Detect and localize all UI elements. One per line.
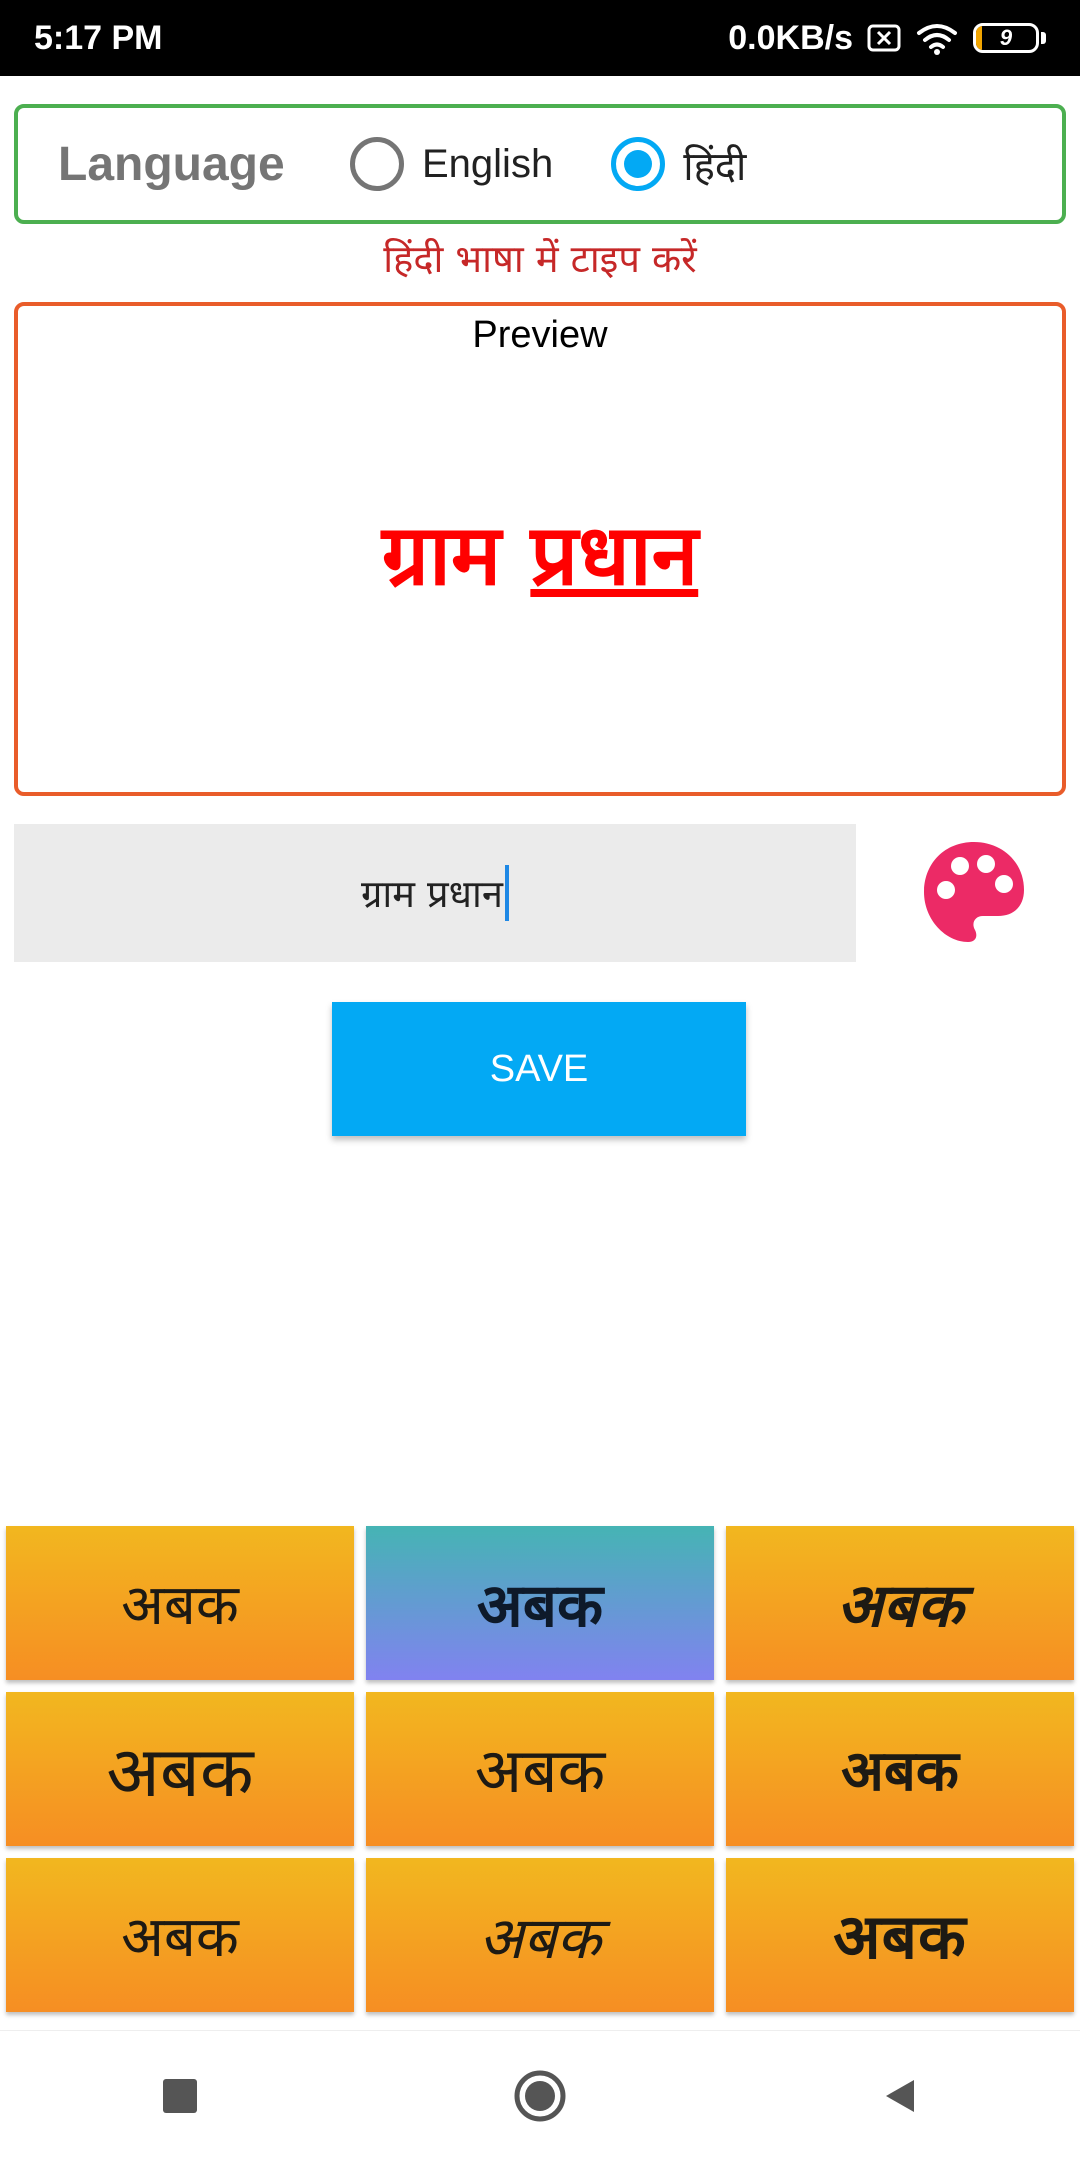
preview-text-part2: प्रधान xyxy=(530,506,699,604)
preview-box: Preview ग्राम प्रधान xyxy=(14,302,1066,796)
triangle-back-icon xyxy=(886,2079,914,2112)
font-sample: अबक xyxy=(474,1734,606,1807)
font-style-tile[interactable]: अबक xyxy=(726,1526,1074,1680)
radio-label-hindi: हिंदी xyxy=(683,144,747,189)
back-button[interactable] xyxy=(850,2046,950,2146)
status-bar: 5:17 PM 0.0KB/s 9 xyxy=(0,0,1080,76)
radio-button-english[interactable] xyxy=(350,137,404,191)
battery-icon: 9 xyxy=(973,23,1039,53)
font-sample: अबक xyxy=(841,1738,959,1804)
navigation-bar xyxy=(0,2030,1080,2160)
font-style-tile[interactable]: अबक xyxy=(6,1858,354,2012)
font-style-tile[interactable]: अबक xyxy=(726,1692,1074,1846)
text-input[interactable]: ग्राम प्रधान xyxy=(14,824,856,962)
radio-button-hindi[interactable] xyxy=(611,137,666,191)
recents-button[interactable] xyxy=(130,2046,230,2146)
font-sample: अबक xyxy=(479,1903,601,1972)
palette-icon[interactable] xyxy=(920,838,1028,946)
font-sample: अबक xyxy=(106,1731,254,1813)
language-radio-group: English हिंदी xyxy=(350,108,804,220)
status-time: 5:17 PM xyxy=(34,18,163,57)
font-style-tile[interactable]: अबक xyxy=(726,1858,1074,2012)
font-style-tile[interactable]: अबक xyxy=(366,1858,714,2012)
language-panel: Language English हिंदी xyxy=(14,104,1066,224)
text-cursor xyxy=(505,865,509,921)
network-speed: 0.0KB/s xyxy=(728,18,853,57)
radio-english[interactable]: English xyxy=(350,137,553,191)
font-style-tile[interactable]: अबक xyxy=(6,1526,354,1680)
font-style-tile-selected[interactable]: अबक xyxy=(366,1526,714,1680)
type-hint: हिंदी भाषा में टाइप करें xyxy=(383,237,697,281)
home-button[interactable] xyxy=(490,2046,590,2146)
font-style-grid: अबक अबक अबक अबक अबक अबक अबक अबक अबक xyxy=(6,1526,1074,2012)
preview-title: Preview xyxy=(472,314,608,356)
battery-tip xyxy=(1041,32,1046,44)
font-style-tile[interactable]: अबक xyxy=(6,1692,354,1846)
font-style-tile[interactable]: अबक xyxy=(366,1692,714,1846)
wifi-icon xyxy=(915,21,959,55)
font-sample: अबक xyxy=(836,1571,964,1641)
radio-hindi[interactable]: हिंदी xyxy=(611,137,746,192)
font-sample: अबक xyxy=(121,1573,239,1638)
battery-level: 9 xyxy=(999,25,1013,50)
preview-text-part1: ग्राम xyxy=(381,506,531,604)
font-sample: अबक xyxy=(121,1905,239,1970)
radio-label-english: English xyxy=(422,141,554,186)
save-button[interactable]: SAVE xyxy=(332,1002,746,1136)
preview-text: ग्राम प्रधान xyxy=(18,494,1062,609)
square-icon xyxy=(163,2078,197,2113)
status-icons: 0.0KB/s 9 xyxy=(728,19,1046,58)
no-sim-icon xyxy=(867,23,901,53)
circle-icon xyxy=(514,2070,566,2121)
text-input-value: ग्राम प्रधान xyxy=(360,872,503,916)
language-title: Language xyxy=(58,137,285,191)
font-sample: अबक xyxy=(476,1571,604,1641)
font-sample: अबक xyxy=(833,1900,967,1973)
